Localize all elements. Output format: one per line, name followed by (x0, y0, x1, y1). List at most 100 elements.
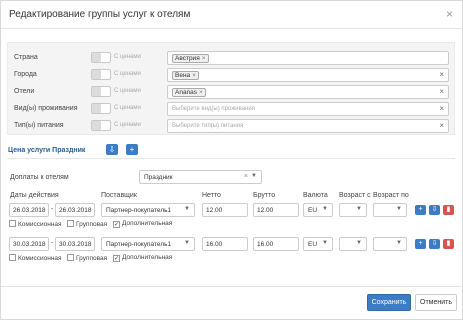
date-separator: - (51, 206, 54, 213)
filter-label: Страна (14, 54, 38, 61)
age-from-select[interactable]: ▼ (339, 237, 367, 251)
toggle-label: С ценами (114, 54, 141, 60)
modal-header: Редактирование группы услуг к отелям × (1, 1, 462, 29)
date-separator: - (51, 240, 54, 247)
toggle-knob (92, 53, 101, 62)
add-button[interactable]: + (126, 144, 138, 155)
brutto-input[interactable]: 12.00 (253, 203, 299, 217)
clear-icon[interactable]: × (439, 104, 444, 113)
select-value: Праздник (144, 174, 173, 181)
col-age-to: Возраст по (373, 192, 409, 199)
select-value: EU (308, 241, 318, 248)
currency-select[interactable]: EU ▼ (303, 237, 333, 251)
currency-select[interactable]: EU ▼ (303, 203, 333, 217)
clear-icon[interactable]: × (244, 173, 248, 180)
col-supplier: Поставщик (101, 192, 137, 199)
supplier-select[interactable]: Партнер-покупатель1 ▼ (101, 203, 195, 217)
toggle-label: С ценами (114, 122, 141, 128)
filter-row-accommodation: Вид(ы) проживания С ценами Выберите вид(… (8, 102, 456, 116)
filter-label: Отели (14, 88, 35, 95)
checkbox-label: Комиссионная (18, 221, 62, 228)
checkbox-box[interactable]: ✓ (113, 221, 120, 228)
tag-label: Австрия (175, 55, 200, 62)
filter-row-meals: Тип(ы) питания С ценами Выберите тип(ы) … (8, 119, 456, 133)
remove-tag-icon[interactable]: × (199, 89, 203, 96)
filter-label: Вид(ы) проживания (14, 105, 78, 112)
checkbox-box[interactable]: ✓ (113, 255, 120, 262)
chevron-down-icon: ▼ (184, 206, 190, 212)
brutto-input[interactable]: 16.00 (253, 237, 299, 251)
prices-toggle[interactable] (91, 86, 111, 97)
chevron-down-icon: ▼ (396, 206, 402, 212)
accommodation-select[interactable]: Выберите вид(ы) проживания × (167, 102, 449, 116)
checkbox-box[interactable] (67, 254, 74, 261)
date-to-input[interactable]: 26.03.2018 (55, 203, 95, 217)
close-icon[interactable]: × (446, 7, 453, 21)
additional-checkbox[interactable]: ✓ Дополнительная (113, 220, 172, 228)
checkbox-label: Комиссионная (18, 255, 62, 262)
meals-select[interactable]: Выберите тип(ы) питания × (167, 119, 449, 133)
clear-icon[interactable]: × (439, 70, 444, 79)
date-to-input[interactable]: 30.03.2018 (55, 237, 95, 251)
netto-input[interactable]: 16.00 (202, 237, 248, 251)
tag-country: Австрия × (172, 54, 209, 63)
date-from-input[interactable]: 30.03.2018 (9, 237, 49, 251)
filter-row-country: Страна С ценами Австрия × (8, 51, 456, 65)
tag-hotel: Ananas × (172, 88, 206, 97)
group-checkbox[interactable]: Групповая (67, 254, 107, 262)
clear-icon[interactable]: × (439, 87, 444, 96)
chevron-down-icon: ▼ (396, 240, 402, 246)
delete-row-button[interactable]: ▮ (443, 239, 454, 249)
cities-select[interactable]: Вена × × (167, 68, 449, 82)
age-from-select[interactable]: ▼ (339, 203, 367, 217)
download-button[interactable]: ⇩ (106, 144, 118, 155)
filter-row-hotels: Отели С ценами Ananas × × (8, 85, 456, 99)
age-to-select[interactable]: ▼ (373, 203, 407, 217)
toggle-knob (92, 70, 101, 79)
checkbox-box[interactable] (9, 220, 16, 227)
toggle-label: С ценами (114, 71, 141, 77)
toggle-label: С ценами (114, 105, 141, 111)
age-to-select[interactable]: ▼ (373, 237, 407, 251)
cancel-button[interactable]: Отменить (415, 294, 457, 311)
chevron-down-icon: ▼ (251, 173, 257, 179)
toggle-label: С ценами (114, 88, 141, 94)
commission-checkbox[interactable]: Комиссионная (9, 254, 62, 262)
prices-toggle[interactable] (91, 69, 111, 80)
col-dates: Даты действия (10, 192, 59, 199)
placeholder: Выберите тип(ы) питания (172, 123, 244, 129)
hotels-select[interactable]: Ananas × × (167, 85, 449, 99)
country-select[interactable]: Австрия × (167, 51, 449, 65)
placeholder: Выберите вид(ы) проживания (172, 106, 256, 112)
remove-tag-icon[interactable]: × (202, 55, 206, 62)
clear-icon[interactable]: × (439, 121, 444, 130)
supplier-select[interactable]: Партнер-покупатель1 ▼ (101, 237, 195, 251)
checkbox-box[interactable] (9, 254, 16, 261)
divider (7, 158, 455, 159)
delete-row-button[interactable]: ▮ (443, 205, 454, 215)
prices-toggle[interactable] (91, 103, 111, 114)
doplaty-select[interactable]: Праздник × ▼ (139, 170, 262, 184)
download-row-button[interactable]: ⇩ (429, 205, 440, 215)
save-button[interactable]: Сохранить (367, 294, 411, 311)
group-checkbox[interactable]: Групповая (67, 220, 107, 228)
add-row-button[interactable]: + (415, 239, 426, 249)
commission-checkbox[interactable]: Комиссионная (9, 220, 62, 228)
checkbox-box[interactable] (67, 220, 74, 227)
modal-title: Редактирование группы услуг к отелям (9, 9, 191, 20)
prices-toggle[interactable] (91, 120, 111, 131)
col-age-from: Возраст с (339, 192, 371, 199)
chevron-down-icon: ▼ (184, 240, 190, 246)
netto-input[interactable]: 12.00 (202, 203, 248, 217)
filter-row-cities: Города С ценами Вена × × (8, 68, 456, 82)
chevron-down-icon: ▼ (356, 240, 362, 246)
doplaty-label: Доплаты к отелям (10, 174, 69, 181)
additional-checkbox[interactable]: ✓ Дополнительная (113, 254, 172, 262)
download-row-button[interactable]: ⇩ (429, 239, 440, 249)
prices-toggle[interactable] (91, 52, 111, 63)
remove-tag-icon[interactable]: × (192, 72, 196, 79)
add-row-button[interactable]: + (415, 205, 426, 215)
toggle-knob (92, 104, 101, 113)
tag-city: Вена × (172, 71, 199, 80)
date-from-input[interactable]: 26.03.2018 (9, 203, 49, 217)
